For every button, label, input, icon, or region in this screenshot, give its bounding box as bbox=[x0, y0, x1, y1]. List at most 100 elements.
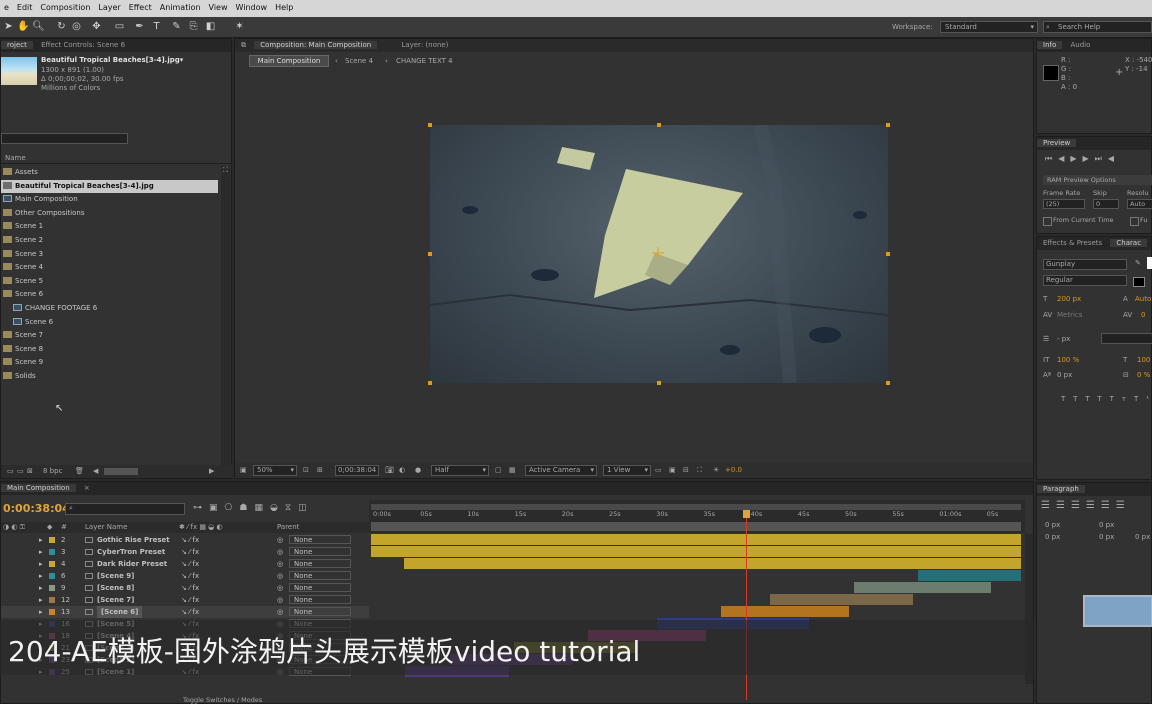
playhead-handle-icon[interactable] bbox=[743, 510, 751, 518]
region-of-interest-icon[interactable]: ▢ bbox=[495, 466, 502, 474]
layer-name[interactable]: CyberTron Preset bbox=[97, 546, 165, 558]
expand-triangle-icon[interactable]: ▸ bbox=[39, 558, 43, 570]
bounding-handle[interactable] bbox=[657, 123, 661, 127]
project-item[interactable]: Scene 3 bbox=[1, 248, 218, 261]
fill-color-swatch[interactable] bbox=[1147, 257, 1152, 269]
project-item[interactable]: Scene 7 bbox=[1, 329, 218, 342]
parent-select[interactable]: None bbox=[289, 595, 351, 604]
comp-mini-flowchart-icon[interactable]: ⊶ bbox=[193, 503, 209, 513]
expand-triangle-icon[interactable]: ▸ bbox=[39, 582, 43, 594]
layer-switches-icon[interactable]: ↘ ⁄ fx bbox=[181, 534, 199, 546]
skip-select[interactable]: 0 bbox=[1093, 199, 1119, 209]
layer-row[interactable]: ▸ 4 Dark Rider Preset ↘ ⁄ fx ◎ None bbox=[1, 558, 369, 570]
parent-pickwhip-icon[interactable]: ◎ bbox=[277, 558, 283, 570]
menu-item-window[interactable]: Window bbox=[232, 0, 272, 12]
grid-icon[interactable]: ⊞ bbox=[317, 466, 323, 474]
indent-left-value[interactable]: 0 px bbox=[1045, 521, 1060, 529]
menu-item-effect[interactable]: Effect bbox=[125, 0, 156, 12]
zoom-tool-icon[interactable]: 🔍︎ bbox=[32, 20, 45, 33]
layer-label-color[interactable] bbox=[49, 585, 55, 591]
stroke-type-select[interactable] bbox=[1101, 333, 1152, 344]
layer-duration-bar[interactable] bbox=[769, 594, 913, 605]
interpret-footage-icon[interactable]: ▭ bbox=[7, 467, 14, 475]
project-item[interactable]: Scene 5 bbox=[1, 275, 218, 288]
new-comp-icon[interactable]: ⊠ bbox=[27, 467, 33, 475]
rectangle-tool-icon[interactable]: ▭ bbox=[113, 20, 126, 33]
project-item[interactable]: Scene 6 bbox=[1, 316, 228, 329]
layer-duration-bar[interactable] bbox=[720, 606, 849, 617]
pan-behind-tool-icon[interactable]: ✥ bbox=[90, 20, 103, 33]
frame-rate-select[interactable]: (25) bbox=[1043, 199, 1085, 209]
layer-switches-icon[interactable]: ↘ ⁄ fx bbox=[181, 558, 199, 570]
layer-row[interactable]: ▸ 2 Gothic Rise Preset ↘ ⁄ fx ◎ None bbox=[1, 534, 369, 546]
project-item[interactable]: Solids bbox=[1, 370, 218, 383]
tracking-value[interactable]: 0 bbox=[1141, 311, 1145, 319]
exposure-icon[interactable]: ☀ bbox=[713, 466, 719, 474]
small-caps-icon[interactable]: Tт bbox=[1110, 395, 1134, 403]
scroll-right-icon[interactable]: ▶ bbox=[209, 467, 214, 475]
parent-pickwhip-icon[interactable]: ◎ bbox=[277, 582, 283, 594]
ram-preview-options[interactable]: RAM Preview Options bbox=[1043, 175, 1152, 185]
layer-row[interactable]: ▸ 12 [Scene 7] ↘ ⁄ fx ◎ None bbox=[1, 594, 369, 606]
project-item[interactable]: Scene 8 bbox=[1, 343, 218, 356]
project-item[interactable]: Scene 6 bbox=[1, 288, 218, 301]
project-item[interactable]: Scene 1 bbox=[1, 220, 218, 233]
layer-name-header[interactable]: Layer Name bbox=[85, 523, 127, 531]
horizontal-scale-value[interactable]: 100 bbox=[1137, 356, 1150, 364]
project-item[interactable]: Scene 4 bbox=[1, 261, 218, 274]
hide-shy-icon[interactable]: ☗ bbox=[239, 503, 254, 513]
layer-label-color[interactable] bbox=[49, 549, 55, 555]
view-layout-select[interactable]: 1 View ▾ bbox=[603, 465, 651, 476]
safe-zones-icon[interactable]: ⊡ bbox=[303, 466, 309, 474]
timeline-icon[interactable]: ⊟ bbox=[683, 466, 689, 474]
project-item[interactable]: Beautiful Tropical Beaches[3-4].jpg bbox=[1, 179, 218, 193]
expand-triangle-icon[interactable]: ▸ bbox=[39, 594, 43, 606]
breadcrumb-main-composition[interactable]: Main Composition bbox=[249, 55, 329, 67]
superscript-icon[interactable]: T¹ bbox=[1134, 395, 1152, 403]
bpc-button[interactable]: 8 bpc bbox=[43, 467, 62, 475]
parent-select[interactable]: None bbox=[289, 547, 351, 556]
timeline-search-input[interactable]: ⌕ bbox=[65, 503, 185, 515]
search-help-input[interactable]: ⌕ Search Help bbox=[1043, 21, 1152, 33]
layer-name[interactable]: [Scene 7] bbox=[97, 594, 134, 606]
eyedropper-icon[interactable]: ✎ bbox=[1135, 259, 1141, 267]
tab-effects-presets[interactable]: Effects & Presets bbox=[1037, 239, 1108, 247]
transparency-grid-icon[interactable]: ▦ bbox=[509, 466, 516, 474]
expand-triangle-icon[interactable]: ▸ bbox=[39, 534, 43, 546]
live-update-icon[interactable]: ▣ bbox=[209, 503, 225, 513]
lock-icon[interactable]: ⧉ bbox=[235, 41, 252, 49]
bounding-handle[interactable] bbox=[657, 381, 661, 385]
bounding-handle[interactable] bbox=[428, 381, 432, 385]
tab-character[interactable]: Charac bbox=[1110, 239, 1148, 247]
layer-duration-bar[interactable] bbox=[371, 534, 1021, 545]
always-preview-icon[interactable]: ▣ bbox=[240, 466, 247, 474]
menu-item-edit[interactable]: Edit bbox=[13, 0, 37, 12]
parent-select[interactable]: None bbox=[289, 583, 351, 592]
expand-triangle-icon[interactable]: ▸ bbox=[39, 606, 43, 618]
time-ruler[interactable]: 0:00s 05s 10s 15s 20s 25s 30s 35s 40s 45s 50s 55s 01… bbox=[369, 500, 1025, 533]
menu-item-e[interactable]: e bbox=[0, 0, 13, 12]
frame-blending-icon[interactable]: ▦ bbox=[254, 503, 270, 513]
project-search-input[interactable] bbox=[1, 133, 128, 144]
snapshot-icon[interactable]: 📷︎ bbox=[385, 466, 394, 474]
tsume-value[interactable]: 0 % bbox=[1137, 371, 1150, 379]
bounding-handle[interactable] bbox=[886, 123, 890, 127]
fast-previews-icon[interactable]: ▣ bbox=[669, 466, 676, 474]
layer-name[interactable]: Gothic Rise Preset bbox=[97, 534, 170, 546]
layer-switches-icon[interactable]: ↘ ⁄ fx bbox=[181, 570, 199, 582]
layer-label-color[interactable] bbox=[49, 597, 55, 603]
space-before-value[interactable]: 0 px bbox=[1099, 533, 1114, 541]
tab-layer[interactable]: Layer: (none) bbox=[395, 41, 454, 49]
flowchart-icon[interactable]: ⛶ bbox=[697, 466, 702, 475]
from-current-time-checkbox[interactable] bbox=[1043, 217, 1052, 226]
menu-item-help[interactable]: Help bbox=[271, 0, 297, 12]
layer-label-color[interactable] bbox=[49, 537, 55, 543]
layer-row[interactable]: ▸ 13 [Scene 6] ↘ ⁄ fx ◎ None bbox=[1, 606, 369, 618]
baseline-shift-value[interactable]: 0 px bbox=[1057, 371, 1072, 379]
parent-pickwhip-icon[interactable]: ◎ bbox=[277, 606, 283, 618]
draft-3d-icon[interactable]: ⎔ bbox=[225, 503, 240, 513]
stroke-color-swatch[interactable] bbox=[1133, 277, 1145, 287]
kerning-value[interactable]: Metrics bbox=[1057, 311, 1082, 319]
tab-main-composition[interactable]: Main Composition bbox=[1, 484, 76, 492]
menu-item-view[interactable]: View bbox=[205, 0, 232, 12]
